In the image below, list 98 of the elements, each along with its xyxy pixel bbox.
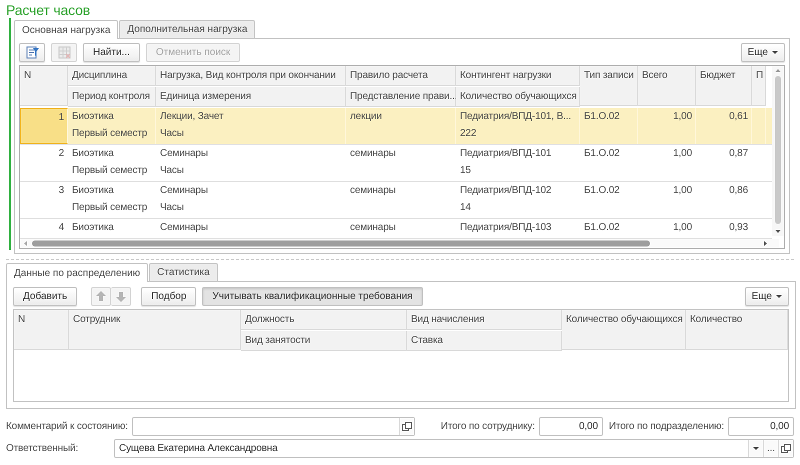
open-button[interactable] bbox=[398, 418, 414, 435]
table-cell-text: 3 bbox=[58, 184, 64, 198]
filter-button[interactable] bbox=[19, 42, 45, 62]
table-icon bbox=[56, 44, 72, 60]
number-field[interactable]: 0,00 bbox=[538, 417, 603, 436]
caret-icon bbox=[753, 447, 759, 450]
column-header: Период контроля bbox=[68, 87, 156, 107]
table-cell-text: Педиатрия/ВПД-103 bbox=[460, 221, 552, 235]
column-header: Представление прави... bbox=[346, 87, 456, 107]
field-label: Ответственный: bbox=[6, 443, 80, 454]
browse-button[interactable]: ... bbox=[763, 440, 778, 457]
table-cell-text: Б1.О.02 bbox=[584, 221, 621, 235]
form-title: Расчет часов bbox=[5, 1, 92, 18]
table-cell-text: 1,00 bbox=[673, 110, 692, 124]
find-button[interactable]: Найти... bbox=[83, 42, 140, 62]
add-button[interactable]: Добавить bbox=[13, 286, 78, 306]
caret-icon bbox=[772, 50, 778, 54]
table-cell-text: 14 bbox=[460, 201, 472, 215]
table-cell-text: 0,93 bbox=[729, 221, 748, 235]
caret-icon bbox=[776, 294, 782, 298]
table-cell-text: 0,87 bbox=[729, 147, 748, 161]
table-cell-text: Семинары bbox=[160, 147, 209, 161]
column-header: Правило расчета bbox=[346, 66, 456, 86]
comment-field[interactable] bbox=[132, 417, 415, 436]
responsible-field[interactable]: Сущева Екатерина Александровна ... bbox=[114, 439, 794, 458]
column-header: Вид занятости bbox=[241, 331, 407, 351]
table-row[interactable]: 1 Биоэтика Первый семестр Лекции, Зачет Часы лекции Педиатрия/ВПД-101, В... 222 Б1.О.02 1,00 0,61 bbox=[20, 108, 772, 145]
table-cell-text: Семинары bbox=[160, 184, 209, 198]
qualification-toggle-button[interactable]: Учитывать квалификационные требования bbox=[202, 286, 423, 306]
column-header: Ставка bbox=[407, 331, 562, 351]
number-field[interactable]: 0,00 bbox=[728, 417, 794, 436]
table-cell-text: Семинары bbox=[160, 221, 209, 235]
table-row[interactable]: 2 Биоэтика Первый семестр Семинары Часы семинары Педиатрия/ВПД-101 15 Б1.О.02 1,00 0,87 bbox=[20, 145, 772, 182]
column-header: Количество обучающихся bbox=[456, 87, 580, 107]
table-cell-text: Педиатрия/ВПД-101, В... bbox=[460, 110, 572, 124]
tab[interactable]: Данные по распределению bbox=[6, 263, 148, 282]
table-cell-text: 222 bbox=[460, 127, 478, 141]
column-header: N bbox=[14, 310, 69, 350]
table-cell-text: Б1.О.02 bbox=[584, 184, 621, 198]
column-header: Единица измерения bbox=[156, 87, 346, 107]
table-cell-text: Педиатрия/ВПД-102 bbox=[460, 184, 552, 198]
table-cell-text: Педиатрия/ВПД-101 bbox=[460, 147, 552, 161]
table-cell-text: 1 bbox=[58, 111, 64, 125]
open-button[interactable] bbox=[778, 440, 793, 457]
column-header: Бюджет bbox=[696, 66, 752, 106]
table-cell-text: лекции bbox=[350, 110, 383, 124]
table-cell-text: 1,00 bbox=[673, 147, 692, 161]
column-header: Нагрузка, Вид контроля при окончании bbox=[156, 66, 346, 86]
field-label: Итого по подразделению: bbox=[608, 421, 724, 432]
field-label: Комментарий к состоянию: bbox=[6, 421, 128, 432]
table-cell-text: Б1.О.02 bbox=[584, 110, 621, 124]
column-header: Тип записи bbox=[580, 66, 638, 106]
table-cell-text: Часы bbox=[160, 201, 185, 215]
windows-icon bbox=[402, 422, 412, 431]
tab[interactable]: Основная нагрузка bbox=[14, 20, 118, 39]
dropdown-button[interactable] bbox=[748, 440, 763, 457]
table-cell-text: семинары bbox=[350, 147, 397, 161]
tab[interactable]: Дополнительная нагрузка bbox=[119, 20, 256, 38]
table-cell-text: Б1.О.02 bbox=[584, 147, 621, 161]
table-cell-text: 15 bbox=[460, 164, 472, 178]
table-cell-text: 0,61 bbox=[729, 110, 748, 124]
table-cell-text: Лекции, Зачет bbox=[160, 110, 224, 124]
table-cell-text: 2 bbox=[58, 147, 64, 161]
field-label: Итого по сотруднику: bbox=[440, 421, 535, 432]
table-cell-text: Биоэтика bbox=[72, 110, 115, 124]
column-header: Вид начисления bbox=[407, 310, 562, 330]
table-cell-text: Часы bbox=[160, 127, 185, 141]
tab[interactable]: Статистика bbox=[149, 263, 218, 281]
column-header: Контингент нагрузки bbox=[456, 66, 580, 86]
column-header: Должность bbox=[241, 310, 407, 330]
table-cell-text: Первый семестр bbox=[72, 127, 148, 141]
column-header: Сотрудник bbox=[69, 310, 241, 350]
table-cell-text: Биоэтика bbox=[72, 221, 115, 235]
table-cell-text: Первый семестр bbox=[72, 164, 148, 178]
more-button[interactable]: Еще bbox=[744, 286, 789, 306]
selection-button[interactable]: Подбор bbox=[141, 286, 196, 306]
filter-list-icon bbox=[24, 44, 40, 60]
column-header: Всего bbox=[638, 66, 696, 106]
column-header: N bbox=[20, 66, 68, 106]
column-header: Количество обучающихся bbox=[562, 310, 686, 350]
table-cell-text: Биоэтика bbox=[72, 184, 115, 198]
table-cell-text: семинары bbox=[350, 184, 397, 198]
table-cell-text: семинары bbox=[350, 221, 397, 235]
arrow-up-icon bbox=[96, 290, 106, 302]
table-row[interactable]: 3 Биоэтика Первый семестр Семинары Часы семинары Педиатрия/ВПД-102 14 Б1.О.02 1,00 0,86 bbox=[20, 182, 772, 219]
column-header: П bbox=[752, 66, 766, 106]
more-button[interactable]: Еще bbox=[740, 42, 785, 62]
table-cell-text: Часы bbox=[160, 164, 185, 178]
windows-icon bbox=[781, 444, 791, 453]
column-header: Количество bbox=[686, 310, 788, 350]
table-cell-text: 1,00 bbox=[673, 221, 692, 235]
table-cell-text: 4 bbox=[58, 221, 64, 235]
table-cell-text: Первый семестр bbox=[72, 201, 148, 215]
arrow-down-icon bbox=[116, 290, 126, 302]
table-cell-text: 0,86 bbox=[729, 184, 748, 198]
column-header: Дисциплина bbox=[68, 66, 156, 86]
table-cell-text: 1,00 bbox=[673, 184, 692, 198]
table-cell-text: Биоэтика bbox=[72, 147, 115, 161]
